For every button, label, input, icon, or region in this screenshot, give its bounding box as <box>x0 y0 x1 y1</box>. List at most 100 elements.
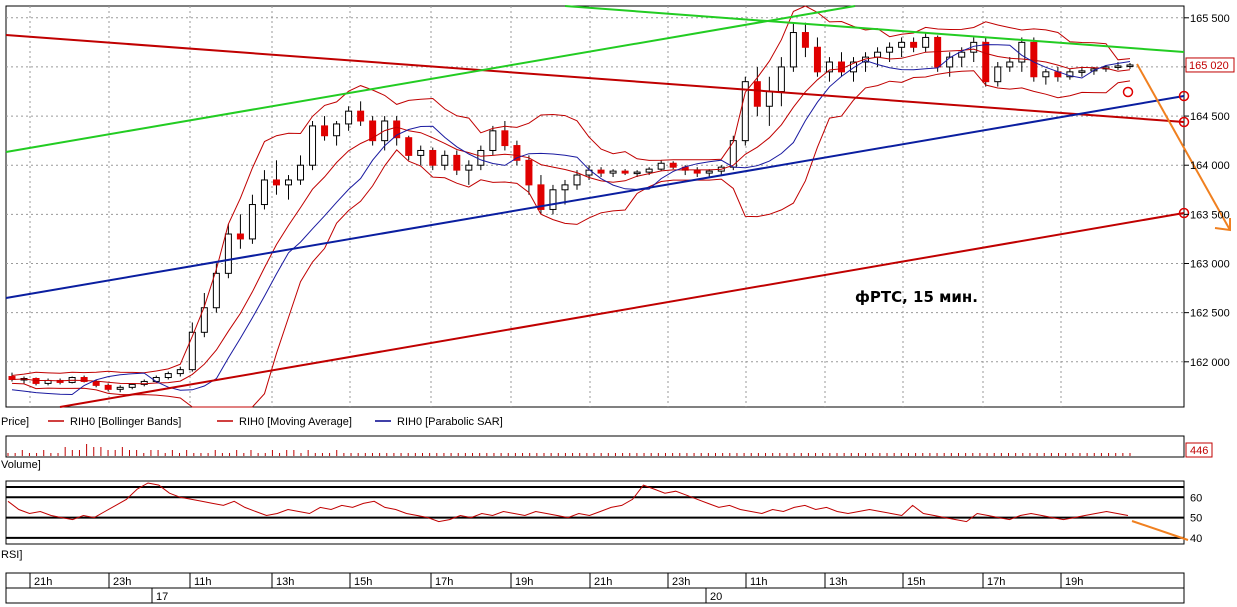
candle-body <box>92 380 100 386</box>
candle-body <box>837 61 845 73</box>
time-hour-label: 21h <box>594 576 612 588</box>
candle-body <box>645 168 653 173</box>
candle-body <box>453 154 461 171</box>
candle-body <box>128 383 136 388</box>
time-hour-label: 13h <box>276 576 294 588</box>
time-hour-label: 23h <box>113 576 131 588</box>
candle-body <box>441 154 449 166</box>
candle-body <box>1006 61 1014 68</box>
volume-value: 446 <box>1190 445 1208 457</box>
candle-body <box>152 377 160 382</box>
candle-body <box>333 123 341 137</box>
candle-body <box>501 130 509 147</box>
candle-body <box>874 51 882 58</box>
candle-body <box>104 384 112 390</box>
legend-item-label: RIH0 [Moving Average] <box>239 416 352 428</box>
candle-body <box>417 149 425 156</box>
time-hour-label: 23h <box>672 576 690 588</box>
candle-body <box>224 233 232 274</box>
time-day-label: 20 <box>710 591 722 603</box>
time-hour-label: 15h <box>354 576 372 588</box>
candle-body <box>777 66 785 93</box>
volume-label: Volume] <box>1 459 41 471</box>
candle-body <box>753 81 761 107</box>
legend-item-label: RIH0 [Parabolic SAR] <box>397 416 503 428</box>
candle-body <box>1114 65 1122 68</box>
candle-body <box>621 170 629 174</box>
time-hour-label: 17h <box>987 576 1005 588</box>
volume-pane <box>5 435 1185 458</box>
chart-annotation: фРТС, 15 мин. <box>855 288 978 306</box>
price-tick-label: 162 000 <box>1190 357 1230 369</box>
price-tick-label: 162 500 <box>1190 308 1230 320</box>
time-hour-label: 15h <box>907 576 925 588</box>
candle-body <box>309 125 317 166</box>
candle-body <box>789 32 797 68</box>
candle-body <box>561 184 569 191</box>
candle-body <box>477 149 485 166</box>
candle-body <box>429 149 437 166</box>
legend-price-label: Price] <box>1 416 29 428</box>
candle-body <box>765 91 773 107</box>
price-tick-label: 164 500 <box>1190 111 1230 123</box>
rsi-tick-label: 50 <box>1190 513 1202 525</box>
candle-body <box>176 369 184 375</box>
candle-body <box>910 41 918 48</box>
time-hour-label: 11h <box>194 576 212 588</box>
candle-body <box>898 41 906 48</box>
price-tick-label: 165 500 <box>1190 13 1230 25</box>
legend: Price] RIH0 [Bollinger Bands] RIH0 [Movin… <box>1 416 503 428</box>
candle-body <box>705 170 713 174</box>
candle-body <box>405 137 413 156</box>
time-hour-label: 19h <box>515 576 533 588</box>
candle-body <box>922 36 930 48</box>
candle-body <box>1126 64 1134 67</box>
candle-body <box>164 373 172 379</box>
time-day-label: 17 <box>156 591 168 603</box>
candle-body <box>801 32 809 48</box>
candle-body <box>946 56 954 68</box>
chart: 165 500165 000164 500164 000163 500163 0… <box>1 5 1235 604</box>
last-price-label: 165 020 <box>1189 60 1229 72</box>
candle-body <box>489 130 497 151</box>
time-hour-label: 11h <box>750 576 768 588</box>
rsi-pane <box>5 480 1185 545</box>
candle-body <box>597 169 605 174</box>
candle-body <box>345 110 353 125</box>
candle-body <box>813 46 821 73</box>
time-hour-label: 19h <box>1065 576 1083 588</box>
candle-body <box>188 331 196 371</box>
candle-body <box>958 51 966 58</box>
candle-body <box>994 66 1002 83</box>
candle-body <box>357 110 365 122</box>
price-tick-label: 164 000 <box>1190 160 1230 172</box>
candle-body <box>573 174 581 186</box>
rsi-label: RSI] <box>1 549 22 561</box>
candle-body <box>272 179 280 186</box>
time-hour-label: 21h <box>34 576 52 588</box>
candle-body <box>549 189 557 210</box>
price-tick-label: 163 000 <box>1190 259 1230 271</box>
time-hour-label: 13h <box>829 576 847 588</box>
candle-body <box>657 162 665 170</box>
candle-body <box>1042 71 1050 78</box>
candle-body <box>982 41 990 83</box>
candle-body <box>297 164 305 181</box>
candle-body <box>609 170 617 174</box>
candle-body <box>669 162 677 168</box>
candle-body <box>212 272 220 309</box>
price-tick-label: 163 500 <box>1190 209 1230 221</box>
candle-body <box>116 386 124 390</box>
candle-body <box>1078 70 1086 73</box>
candle-body <box>886 46 894 53</box>
legend-item-label: RIH0 [Bollinger Bands] <box>70 416 181 428</box>
candle-body <box>248 204 256 240</box>
candle-body <box>633 171 641 175</box>
candle-body <box>693 169 701 174</box>
candle-body <box>321 125 329 137</box>
candle-body <box>260 179 268 206</box>
time-hour-label: 17h <box>435 576 453 588</box>
candle-body <box>284 179 292 186</box>
candle-body <box>525 159 533 186</box>
rsi-tick-label: 40 <box>1190 533 1202 545</box>
